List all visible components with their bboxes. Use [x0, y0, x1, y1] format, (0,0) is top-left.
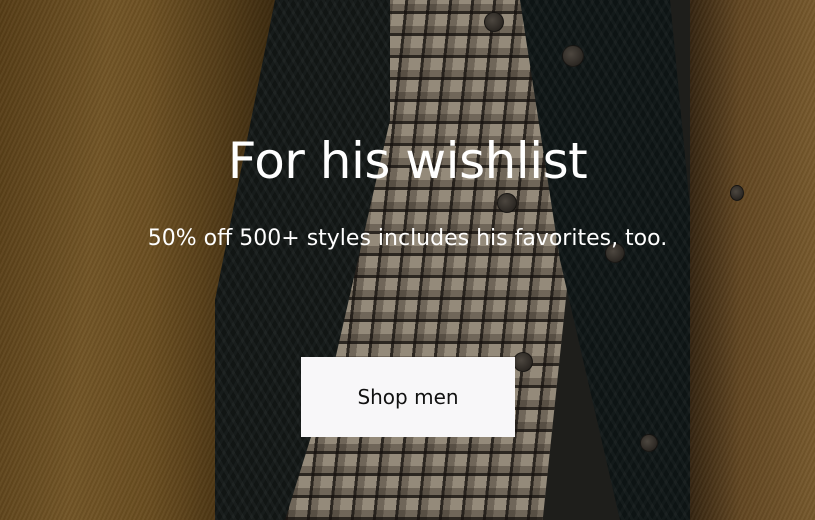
- hero-headline: For his wishlist: [227, 132, 588, 190]
- hero-subline: 50% off 500+ styles includes his favorit…: [147, 226, 668, 251]
- shop-men-button[interactable]: Shop men: [301, 357, 515, 437]
- hero-content: For his wishlist 50% off 500+ styles inc…: [0, 0, 815, 520]
- hero-banner: For his wishlist 50% off 500+ styles inc…: [0, 0, 815, 520]
